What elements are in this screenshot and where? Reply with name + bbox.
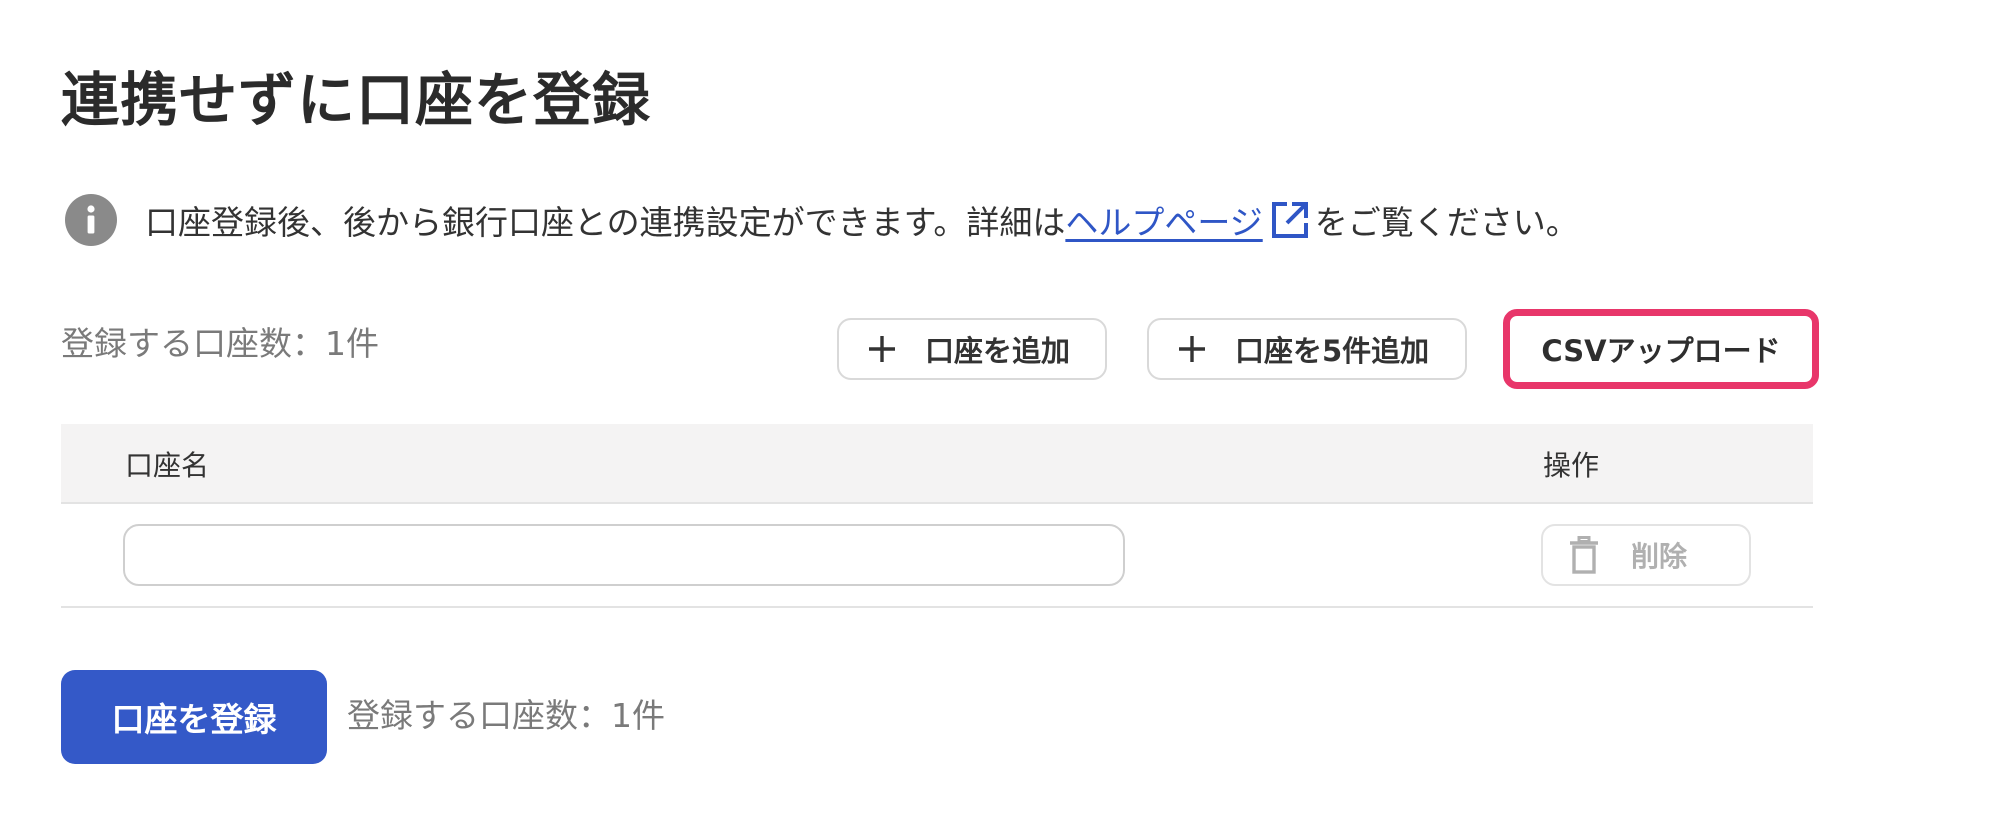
csv-upload-button[interactable]: CSVアップロード <box>1503 309 1819 389</box>
account-count-footer: 登録する口座数：1件 <box>347 696 665 735</box>
csv-upload-label: CSVアップロード <box>1541 334 1781 368</box>
table-row: 削除 <box>61 504 1813 608</box>
accounts-table: 口座名 操作 削除 <box>61 424 1813 608</box>
info-text-after: をご覧ください。 <box>1314 203 1579 242</box>
account-count-label: 登録する口座数：1件 <box>61 324 379 363</box>
delete-label: 削除 <box>1631 540 1688 573</box>
register-accounts-button[interactable]: 口座を登録 <box>61 670 327 764</box>
info-icon <box>65 194 117 246</box>
info-message: 口座登録後、後から銀行口座との連携設定ができます。詳細は ヘルプページ をご覧く… <box>65 192 1579 248</box>
external-link-icon[interactable] <box>1269 199 1311 241</box>
add-account-button[interactable]: 口座を追加 <box>837 318 1107 380</box>
register-accounts-label: 口座を登録 <box>111 700 277 739</box>
column-header-account-name: 口座名 <box>125 449 210 482</box>
add-five-accounts-label: 口座を5件追加 <box>1235 334 1430 368</box>
page-title: 連携せずに口座を登録 <box>61 66 652 134</box>
help-page-link[interactable]: ヘルプページ <box>1065 196 1262 244</box>
plus-icon <box>869 336 895 362</box>
account-name-input[interactable] <box>123 524 1125 586</box>
delete-button[interactable]: 削除 <box>1541 524 1751 586</box>
register-accounts-page: 連携せずに口座を登録 口座登録後、後から銀行口座との連携設定ができます。詳細は … <box>61 0 1821 818</box>
info-text-before: 口座登録後、後から銀行口座との連携設定ができます。詳細は <box>145 203 1066 242</box>
column-header-actions: 操作 <box>1543 449 1600 482</box>
add-five-accounts-button[interactable]: 口座を5件追加 <box>1147 318 1467 380</box>
plus-icon <box>1179 336 1205 362</box>
trash-icon <box>1570 536 1598 574</box>
table-header: 口座名 操作 <box>61 424 1813 504</box>
add-account-label: 口座を追加 <box>925 334 1071 368</box>
